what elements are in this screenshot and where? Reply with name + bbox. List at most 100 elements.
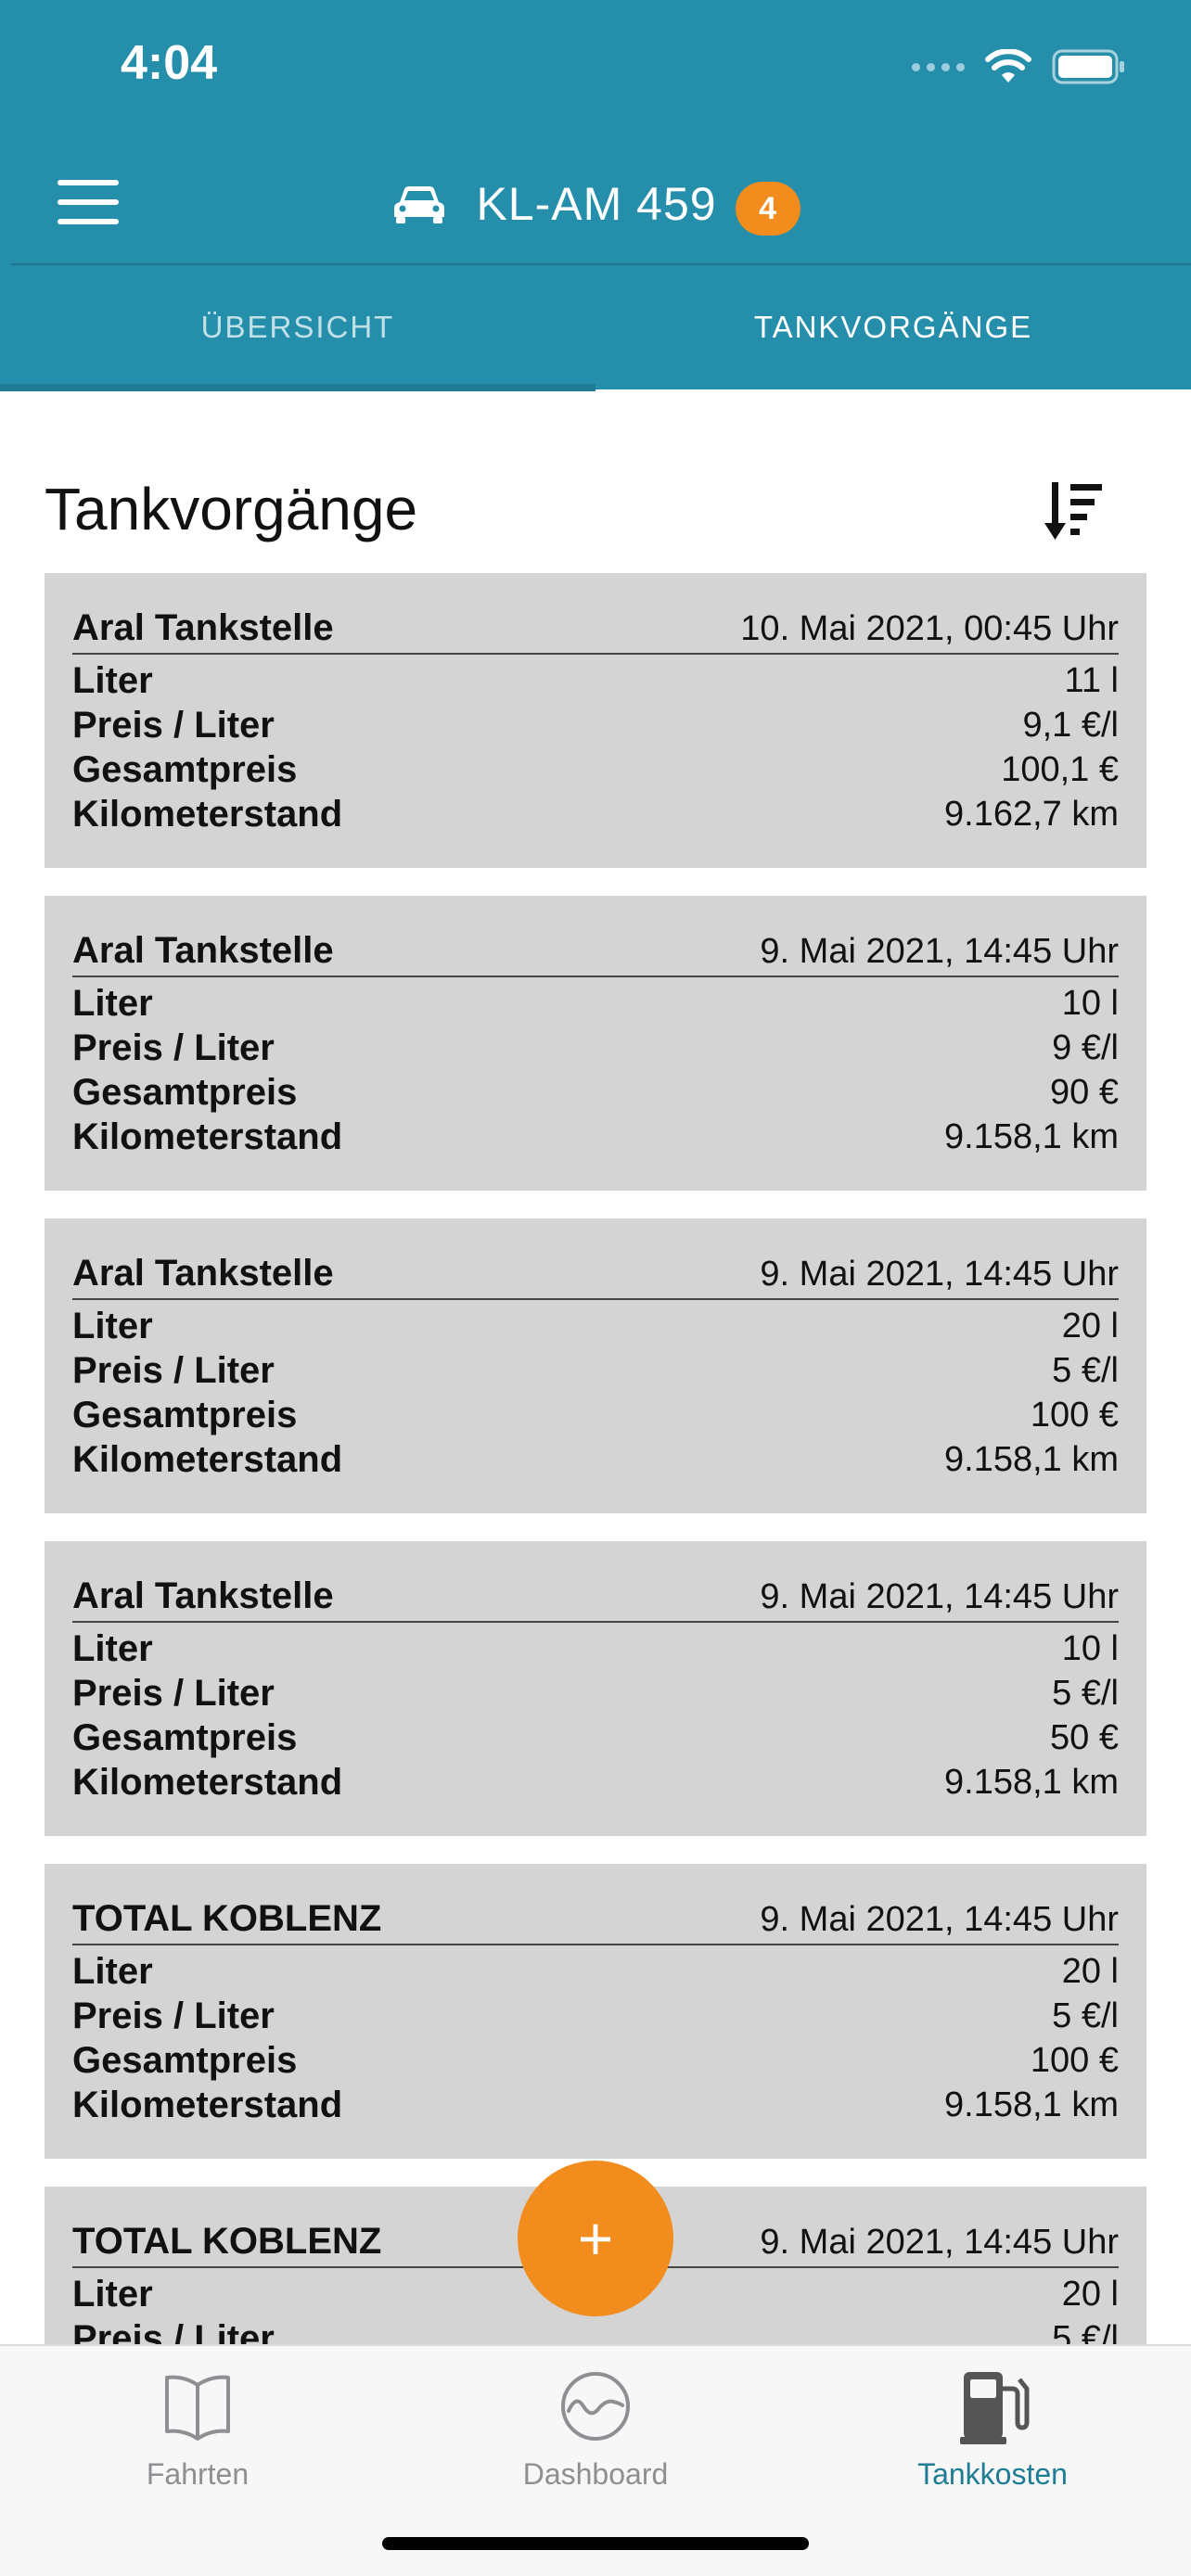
total-price-row: Gesamtpreis 50 € xyxy=(72,1715,1119,1760)
fuel-pump-icon xyxy=(960,2372,1030,2444)
odometer-row: Kilometerstand 9.158,1 km xyxy=(72,1760,1119,1804)
nav-item-dashboard[interactable]: Dashboard xyxy=(456,2365,735,2492)
liter-label: Liter xyxy=(72,1305,153,1346)
total-price-label: Gesamtpreis xyxy=(72,2039,298,2081)
card-header: Aral Tankstelle 9. Mai 2021, 14:45 Uhr xyxy=(72,1567,1119,1623)
tab-refuelings[interactable]: TANKVORGÄNGE xyxy=(596,265,1191,389)
odometer-label: Kilometerstand xyxy=(72,1438,343,1480)
total-price-value: 100 € xyxy=(1030,2040,1119,2080)
nav-item-trips[interactable]: Fahrten xyxy=(58,2365,337,2492)
price-per-liter-row: Preis / Liter 5 €/l xyxy=(72,1348,1119,1393)
odometer-label: Kilometerstand xyxy=(72,1761,343,1803)
total-price-value: 90 € xyxy=(1050,1072,1119,1112)
station-name: Aral Tankstelle xyxy=(72,607,334,648)
total-price-label: Gesamtpreis xyxy=(72,1716,298,1758)
gauge-icon xyxy=(561,2372,630,2441)
battery-icon xyxy=(1052,49,1124,84)
wifi-icon xyxy=(985,49,1031,83)
app-screen: 4:04 KL-AM 459 4 ÜBERSICHT TANKVORGÄNGE … xyxy=(0,0,1191,2576)
odometer-label: Kilometerstand xyxy=(72,793,343,835)
total-price-row: Gesamtpreis 100 € xyxy=(72,2038,1119,2083)
odometer-row: Kilometerstand 9.158,1 km xyxy=(72,1115,1119,1159)
nav-label-trips: Fahrten xyxy=(146,2457,250,2491)
add-refueling-button[interactable]: + xyxy=(518,2161,673,2316)
liter-label: Liter xyxy=(72,1627,153,1669)
price-per-liter-value: 5 €/l xyxy=(1052,1673,1119,1713)
home-indicator xyxy=(382,2537,809,2550)
station-name: Aral Tankstelle xyxy=(72,930,334,971)
book-icon xyxy=(165,2375,230,2441)
price-per-liter-label: Preis / Liter xyxy=(72,1349,275,1391)
cellular-signal-icon xyxy=(912,62,965,71)
liter-row: Liter 20 l xyxy=(72,1304,1119,1348)
nav-label-fuel-costs: Tankkosten xyxy=(917,2457,1068,2491)
card-details: Liter 20 l Preis / Liter 5 €/l Gesamtpreis… xyxy=(72,1304,1119,1482)
liter-label: Liter xyxy=(72,982,153,1024)
sort-icon[interactable] xyxy=(1044,478,1104,543)
total-price-label: Gesamtpreis xyxy=(72,1394,298,1435)
price-per-liter-row: Preis / Liter 5 €/l xyxy=(72,2316,1119,2345)
vehicle-plate: KL-AM 459 xyxy=(476,178,717,230)
liter-label: Liter xyxy=(72,2273,153,2315)
station-name: Aral Tankstelle xyxy=(72,1253,334,1294)
station-name: Aral Tankstelle xyxy=(72,1575,334,1616)
price-per-liter-value: 5 €/l xyxy=(1052,1350,1119,1390)
liter-row: Liter 11 l xyxy=(72,658,1119,703)
status-icons xyxy=(912,45,1126,89)
tab-bar: ÜBERSICHT TANKVORGÄNGE xyxy=(0,265,1191,389)
total-price-value: 100 € xyxy=(1030,1395,1119,1435)
refueling-list: Aral Tankstelle 10. Mai 2021, 00:45 Uhr … xyxy=(45,573,1146,2344)
price-per-liter-row: Preis / Liter 5 €/l xyxy=(72,1671,1119,1715)
refueling-card[interactable]: Aral Tankstelle 10. Mai 2021, 00:45 Uhr … xyxy=(45,573,1146,868)
odometer-value: 9.162,7 km xyxy=(944,794,1119,834)
price-per-liter-label: Preis / Liter xyxy=(72,1995,275,2036)
price-per-liter-row: Preis / Liter 5 €/l xyxy=(72,1994,1119,2038)
card-details: Liter 10 l Preis / Liter 9 €/l Gesamtpreis… xyxy=(72,981,1119,1159)
price-per-liter-value: 5 €/l xyxy=(1052,1996,1119,2035)
odometer-row: Kilometerstand 9.158,1 km xyxy=(72,1437,1119,1482)
plus-icon: + xyxy=(577,2204,614,2273)
odometer-row: Kilometerstand 9.162,7 km xyxy=(72,792,1119,836)
total-price-label: Gesamtpreis xyxy=(72,748,298,790)
total-price-value: 100,1 € xyxy=(1001,749,1119,789)
liter-label: Liter xyxy=(72,659,153,701)
liter-value: 20 l xyxy=(1061,1951,1119,1991)
price-per-liter-value: 9,1 €/l xyxy=(1022,705,1119,745)
odometer-value: 9.158,1 km xyxy=(944,1116,1119,1156)
refuel-datetime: 9. Mai 2021, 14:45 Uhr xyxy=(760,2223,1119,2262)
refueling-card[interactable]: Aral Tankstelle 9. Mai 2021, 14:45 Uhr L… xyxy=(45,896,1146,1191)
card-details: Liter 20 l Preis / Liter 5 €/l Gesamtpreis… xyxy=(72,1949,1119,2127)
app-header: 4:04 KL-AM 459 4 ÜBERSICHT TANKVORGÄNGE xyxy=(0,0,1191,391)
price-per-liter-label: Preis / Liter xyxy=(72,1027,275,1068)
card-header: Aral Tankstelle 9. Mai 2021, 14:45 Uhr xyxy=(72,1244,1119,1300)
odometer-value: 9.158,1 km xyxy=(944,1439,1119,1479)
nav-label-dashboard: Dashboard xyxy=(522,2457,669,2491)
price-per-liter-row: Preis / Liter 9 €/l xyxy=(72,1026,1119,1070)
refueling-card[interactable]: Aral Tankstelle 9. Mai 2021, 14:45 Uhr L… xyxy=(45,1218,1146,1513)
price-per-liter-label: Preis / Liter xyxy=(72,1672,275,1714)
card-details: Liter 10 l Preis / Liter 5 €/l Gesamtpreis… xyxy=(72,1626,1119,1804)
liter-label: Liter xyxy=(72,1950,153,1992)
liter-row: Liter 20 l xyxy=(72,1949,1119,1994)
liter-value: 20 l xyxy=(1061,2274,1119,2314)
total-price-row: Gesamtpreis 100,1 € xyxy=(72,747,1119,792)
tab-overview[interactable]: ÜBERSICHT xyxy=(0,265,596,389)
liter-value: 11 l xyxy=(1064,660,1119,700)
liter-value: 20 l xyxy=(1061,1306,1119,1345)
refueling-card[interactable]: Aral Tankstelle 9. Mai 2021, 14:45 Uhr L… xyxy=(45,1541,1146,1836)
page-title: Tankvorgänge xyxy=(45,476,418,542)
price-per-liter-value: 9 €/l xyxy=(1052,1027,1119,1067)
refuelings-content: Tankvorgänge Aral Tankstelle 10. Mai 202… xyxy=(0,389,1191,2344)
total-price-value: 50 € xyxy=(1050,1717,1119,1757)
odometer-value: 9.158,1 km xyxy=(944,2085,1119,2124)
vehicle-selector[interactable]: KL-AM 459 4 xyxy=(0,167,1191,241)
refueling-card[interactable]: TOTAL KOBLENZ 9. Mai 2021, 14:45 Uhr Lit… xyxy=(45,1864,1146,2159)
nav-item-fuel-costs[interactable]: Tankkosten xyxy=(853,2365,1132,2492)
price-per-liter-row: Preis / Liter 9,1 €/l xyxy=(72,703,1119,747)
refuel-datetime: 9. Mai 2021, 14:45 Uhr xyxy=(760,1255,1119,1294)
odometer-label: Kilometerstand xyxy=(72,1116,343,1157)
price-per-liter-label: Preis / Liter xyxy=(72,2317,275,2345)
refuel-datetime: 9. Mai 2021, 14:45 Uhr xyxy=(760,932,1119,971)
card-header: Aral Tankstelle 9. Mai 2021, 14:45 Uhr xyxy=(72,922,1119,977)
odometer-row: Kilometerstand 9.158,1 km xyxy=(72,2083,1119,2127)
